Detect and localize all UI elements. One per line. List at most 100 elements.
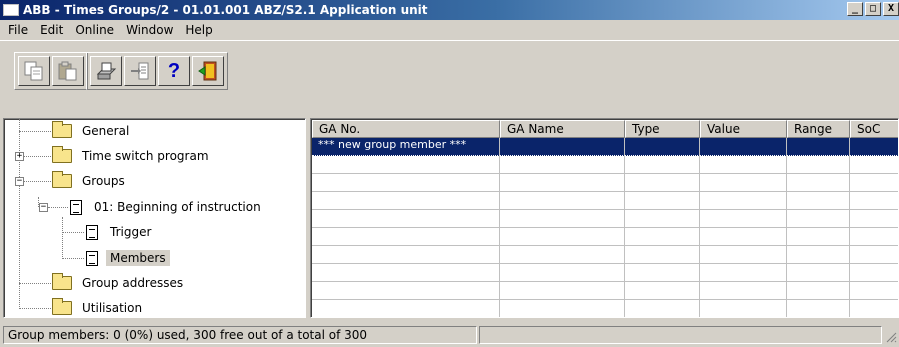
table-cell[interactable]	[850, 300, 898, 317]
table-cell[interactable]	[625, 264, 700, 282]
table-cell[interactable]	[625, 228, 700, 246]
close-button[interactable]: X	[883, 2, 899, 16]
tree-node-groups[interactable]: Groups	[52, 169, 129, 193]
column-header-value[interactable]: Value	[700, 120, 787, 138]
minimize-button[interactable]: _	[847, 2, 863, 16]
table-cell[interactable]	[312, 246, 500, 264]
table-cell[interactable]	[700, 300, 787, 317]
table-cell[interactable]	[700, 174, 787, 192]
table-cell[interactable]	[500, 192, 625, 210]
column-header-ga-no[interactable]: GA No.	[312, 120, 500, 138]
menu-online[interactable]: Online	[69, 23, 120, 37]
help-button[interactable]: ?	[158, 56, 190, 86]
table-cell[interactable]	[312, 174, 500, 192]
table-cell[interactable]	[787, 174, 850, 192]
table-cell[interactable]	[625, 300, 700, 317]
table-cell[interactable]	[625, 174, 700, 192]
table-cell[interactable]: *** new group member ***	[312, 138, 500, 156]
table-cell[interactable]	[700, 192, 787, 210]
table-row[interactable]	[312, 246, 898, 264]
table-cell[interactable]	[312, 156, 500, 174]
table-cell[interactable]	[500, 300, 625, 317]
table-cell[interactable]	[850, 246, 898, 264]
table-row[interactable]	[312, 264, 898, 282]
table-cell[interactable]	[500, 264, 625, 282]
group-members-grid[interactable]: GA No. GA Name Type Value Range SoC *** …	[310, 118, 899, 318]
table-cell[interactable]	[700, 210, 787, 228]
table-cell[interactable]	[312, 282, 500, 300]
table-row[interactable]	[312, 192, 898, 210]
table-cell[interactable]	[700, 264, 787, 282]
table-cell[interactable]	[500, 174, 625, 192]
resize-grip-icon[interactable]	[885, 331, 897, 343]
table-cell[interactable]	[700, 246, 787, 264]
table-cell[interactable]	[625, 156, 700, 174]
table-cell[interactable]	[625, 138, 700, 156]
table-cell[interactable]	[500, 282, 625, 300]
table-cell[interactable]	[312, 264, 500, 282]
table-cell[interactable]	[500, 246, 625, 264]
table-cell[interactable]	[625, 282, 700, 300]
table-cell[interactable]	[787, 228, 850, 246]
table-cell[interactable]	[625, 192, 700, 210]
table-cell[interactable]	[850, 282, 898, 300]
paste-button[interactable]	[52, 56, 84, 86]
table-cell[interactable]	[850, 174, 898, 192]
maximize-button[interactable]: □	[865, 2, 881, 16]
table-cell[interactable]	[850, 210, 898, 228]
table-cell[interactable]	[850, 192, 898, 210]
table-cell[interactable]	[787, 282, 850, 300]
table-cell[interactable]	[312, 192, 500, 210]
table-cell[interactable]	[312, 228, 500, 246]
table-cell[interactable]	[787, 210, 850, 228]
table-row[interactable]	[312, 156, 898, 174]
table-cell[interactable]	[700, 156, 787, 174]
print-button[interactable]	[90, 56, 122, 86]
table-row[interactable]	[312, 300, 898, 317]
table-cell[interactable]	[500, 138, 625, 156]
table-cell[interactable]	[787, 138, 850, 156]
table-row[interactable]	[312, 282, 898, 300]
table-cell[interactable]	[787, 156, 850, 174]
collapse-icon[interactable]: −	[39, 203, 48, 212]
tree-node-group-addresses[interactable]: Group addresses	[52, 271, 187, 295]
tree-node-time-switch-program[interactable]: Time switch program	[52, 144, 213, 168]
table-cell[interactable]	[787, 246, 850, 264]
menu-file[interactable]: File	[2, 23, 34, 37]
table-cell[interactable]	[850, 228, 898, 246]
table-cell[interactable]	[625, 210, 700, 228]
column-header-type[interactable]: Type	[625, 120, 700, 138]
tree-node-members[interactable]: Members	[86, 246, 170, 270]
tree-node-general[interactable]: General	[52, 119, 133, 143]
exit-button[interactable]	[192, 56, 224, 86]
menu-help[interactable]: Help	[179, 23, 218, 37]
table-cell[interactable]	[312, 210, 500, 228]
table-cell[interactable]	[787, 300, 850, 317]
table-cell[interactable]	[787, 192, 850, 210]
collapse-icon[interactable]: −	[15, 177, 24, 186]
table-row[interactable]	[312, 228, 898, 246]
column-header-soc[interactable]: SoC	[850, 120, 898, 138]
tree-view[interactable]: General + Time switch program − Groups −…	[3, 118, 306, 318]
table-cell[interactable]	[700, 228, 787, 246]
menu-edit[interactable]: Edit	[34, 23, 69, 37]
new-group-member-row[interactable]: *** new group member ***	[312, 138, 898, 156]
table-cell[interactable]	[625, 246, 700, 264]
table-cell[interactable]	[500, 228, 625, 246]
menu-window[interactable]: Window	[120, 23, 179, 37]
table-cell[interactable]	[500, 210, 625, 228]
table-cell[interactable]	[850, 264, 898, 282]
table-cell[interactable]	[787, 264, 850, 282]
tree-node-trigger[interactable]: Trigger	[86, 220, 155, 244]
table-cell[interactable]	[500, 156, 625, 174]
table-cell[interactable]	[700, 282, 787, 300]
column-header-ga-name[interactable]: GA Name	[500, 120, 625, 138]
table-cell[interactable]	[700, 138, 787, 156]
expand-icon[interactable]: +	[15, 152, 24, 161]
column-header-range[interactable]: Range	[787, 120, 850, 138]
tree-node-beginning-of-instruction[interactable]: 01: Beginning of instruction	[70, 195, 265, 219]
copy-button[interactable]	[18, 56, 50, 86]
import-button[interactable]	[124, 56, 156, 86]
table-cell[interactable]	[312, 300, 500, 317]
tree-node-utilisation[interactable]: Utilisation	[52, 296, 146, 317]
